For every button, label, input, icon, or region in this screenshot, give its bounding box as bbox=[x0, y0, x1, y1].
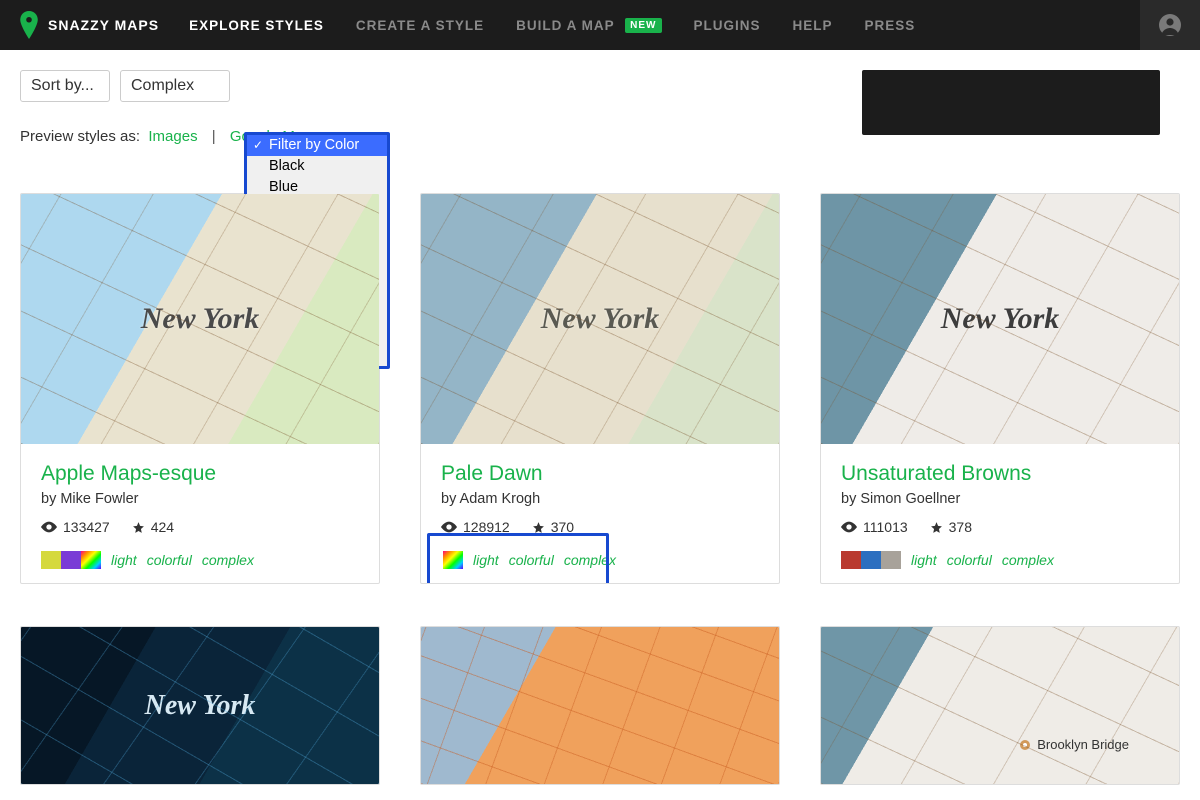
tag[interactable]: complex bbox=[202, 552, 254, 568]
style-author: by Simon Goellner bbox=[841, 491, 1159, 507]
tag[interactable]: light bbox=[911, 552, 937, 568]
color-swatches bbox=[443, 551, 463, 569]
divider: | bbox=[212, 128, 216, 145]
favs: 424 bbox=[132, 519, 174, 535]
tag-select[interactable]: Complex bbox=[120, 70, 230, 102]
page: Sort by... Complex Preview styles as: Im… bbox=[0, 70, 1200, 785]
eye-icon bbox=[441, 521, 457, 533]
style-title[interactable]: Unsaturated Browns bbox=[841, 462, 1159, 486]
color-swatches bbox=[41, 551, 101, 569]
favs-count: 424 bbox=[151, 519, 174, 535]
pin-icon bbox=[18, 11, 40, 39]
map-preview: Brooklyn Bridge bbox=[821, 627, 1179, 784]
views-count: 133427 bbox=[63, 519, 110, 535]
star-icon bbox=[532, 521, 545, 534]
star-icon bbox=[930, 521, 943, 534]
views-count: 111013 bbox=[863, 519, 908, 535]
nav-explore[interactable]: EXPLORE STYLES bbox=[189, 18, 324, 33]
swatch bbox=[861, 551, 881, 569]
nav-build[interactable]: BUILD A MAP NEW bbox=[516, 18, 661, 33]
style-title[interactable]: Pale Dawn bbox=[441, 462, 759, 486]
sort-select[interactable]: Sort by... bbox=[20, 70, 110, 102]
swatch-gradient bbox=[81, 551, 101, 569]
favs: 370 bbox=[532, 519, 574, 535]
swatch bbox=[41, 551, 61, 569]
style-grid: New York Apple Maps-esque by Mike Fowler… bbox=[20, 193, 1180, 584]
map-preview: New York bbox=[421, 194, 779, 444]
tag[interactable]: colorful bbox=[509, 552, 554, 568]
swatch bbox=[881, 551, 901, 569]
tag-row: light colorful complex bbox=[21, 543, 379, 575]
nav-build-label: BUILD A MAP bbox=[516, 18, 614, 33]
preview-images-link[interactable]: Images bbox=[148, 128, 197, 145]
preview-label: Preview styles as: bbox=[20, 128, 140, 145]
dd-black[interactable]: Black bbox=[247, 156, 387, 177]
style-card[interactable]: New York bbox=[20, 626, 380, 785]
tag-row: light colorful complex bbox=[421, 543, 779, 575]
nav-plugins[interactable]: PLUGINS bbox=[694, 18, 761, 33]
map-preview: New York bbox=[821, 194, 1179, 444]
style-card[interactable]: New York Apple Maps-esque by Mike Fowler… bbox=[20, 193, 380, 584]
views: 111013 bbox=[841, 519, 908, 535]
brand-label: SNAZZY MAPS bbox=[48, 17, 159, 33]
tag[interactable]: light bbox=[111, 552, 137, 568]
nav-create[interactable]: CREATE A STYLE bbox=[356, 18, 484, 33]
brand[interactable]: SNAZZY MAPS bbox=[18, 11, 159, 39]
user-icon bbox=[1158, 13, 1182, 37]
tag[interactable]: complex bbox=[564, 552, 616, 568]
city-label: New York bbox=[541, 302, 660, 336]
dd-header[interactable]: Filter by Color bbox=[247, 135, 387, 156]
favs-count: 370 bbox=[551, 519, 574, 535]
city-label: New York bbox=[145, 690, 256, 722]
landmark-label: Brooklyn Bridge bbox=[1019, 737, 1129, 752]
topnav: SNAZZY MAPS EXPLORE STYLES CREATE A STYL… bbox=[0, 0, 1200, 50]
swatch bbox=[61, 551, 81, 569]
nav-links: EXPLORE STYLES CREATE A STYLE BUILD A MA… bbox=[189, 18, 915, 33]
color-swatches bbox=[841, 551, 901, 569]
map-preview: New York bbox=[21, 627, 379, 784]
style-author: by Mike Fowler bbox=[41, 491, 359, 507]
style-card[interactable]: Brooklyn Bridge bbox=[820, 626, 1180, 785]
eye-icon bbox=[841, 521, 857, 533]
tag[interactable]: complex bbox=[1002, 552, 1054, 568]
landmark-text: Brooklyn Bridge bbox=[1037, 737, 1129, 752]
style-card[interactable]: New York Pale Dawn by Adam Krogh 128912 … bbox=[420, 193, 780, 584]
poi-icon bbox=[1019, 739, 1031, 751]
views-count: 128912 bbox=[463, 519, 510, 535]
tag[interactable]: colorful bbox=[947, 552, 992, 568]
style-card[interactable]: New York Unsaturated Browns by Simon Goe… bbox=[820, 193, 1180, 584]
style-author: by Adam Krogh bbox=[441, 491, 759, 507]
city-label: New York bbox=[941, 302, 1060, 336]
favs: 378 bbox=[930, 519, 972, 535]
style-card[interactable] bbox=[420, 626, 780, 785]
swatch bbox=[841, 551, 861, 569]
tag[interactable]: colorful bbox=[147, 552, 192, 568]
views: 128912 bbox=[441, 519, 510, 535]
account-button[interactable] bbox=[1140, 0, 1200, 50]
favs-count: 378 bbox=[949, 519, 972, 535]
new-badge: NEW bbox=[625, 18, 661, 33]
tag[interactable]: light bbox=[473, 552, 499, 568]
nav-help[interactable]: HELP bbox=[793, 18, 833, 33]
eye-icon bbox=[41, 521, 57, 533]
map-preview bbox=[421, 627, 779, 784]
views: 133427 bbox=[41, 519, 110, 535]
city-label: New York bbox=[141, 302, 260, 336]
map-preview: New York bbox=[21, 194, 379, 444]
swatch-gradient bbox=[443, 551, 463, 569]
star-icon bbox=[132, 521, 145, 534]
style-title[interactable]: Apple Maps-esque bbox=[41, 462, 359, 486]
tag-row: light colorful complex bbox=[821, 543, 1179, 575]
style-grid-row2: New York Brooklyn Bridge bbox=[20, 626, 1180, 785]
promo-banner[interactable] bbox=[862, 70, 1160, 135]
nav-press[interactable]: PRESS bbox=[865, 18, 916, 33]
